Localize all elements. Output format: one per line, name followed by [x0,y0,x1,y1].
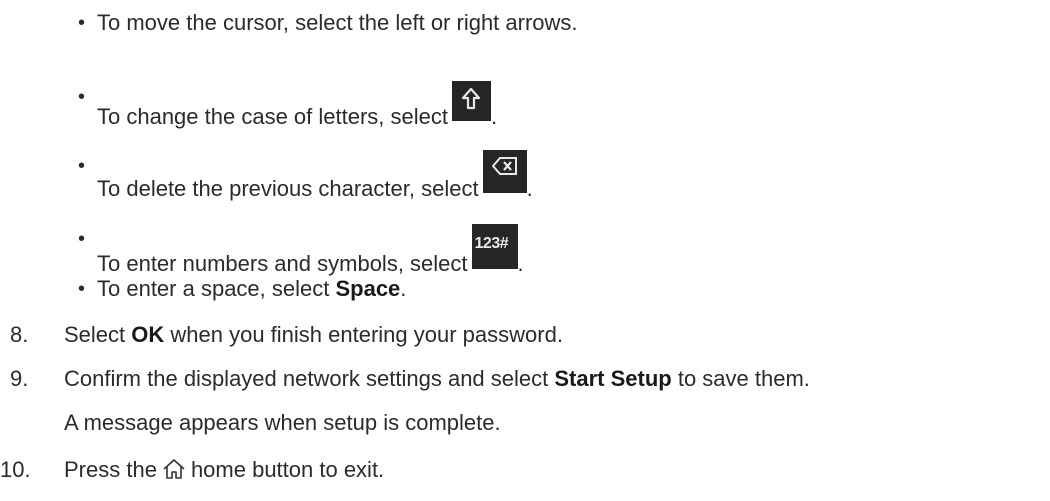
step-text-after: home button to exit. [190,457,385,482]
bullet-marker: • [78,12,86,34]
bullet-text-before: To change the case of letters, select [97,104,448,129]
bullet-text-after: . [526,176,533,201]
number-symbol-key-label: 123# [474,235,509,252]
step-text-after: to save them. [671,366,810,391]
bullet-marker: • [78,278,86,300]
bullet-marker: • [78,86,86,108]
step-text: Select OK when you finish entering your … [64,322,563,348]
step-text: Press the home button to exit. [64,457,384,486]
bullet-text: To move the cursor, select the left or r… [97,10,578,35]
bold-term: OK [131,322,165,347]
bold-term: Start Setup [554,366,672,391]
backspace-key-icon [482,150,527,193]
bullet-marker: • [78,228,86,250]
step-text-before: Confirm the displayed network settings a… [64,366,555,391]
step-number: 9. [10,366,29,391]
number-symbol-key-icon: 123# [471,224,518,269]
bullet-text-after: . [400,276,407,301]
bullet-text-after: . [490,104,498,129]
shift-key-icon [451,81,491,121]
bullet-text-before: To delete the previous character, select [97,176,479,201]
bullet-text-after: . [517,251,524,276]
bullet-text-before: To enter a space, select [97,276,336,301]
step-number: 8. [10,322,29,347]
bullet-text-before: To enter numbers and symbols, select [97,251,468,276]
bullet-text: To delete the previous character, select… [97,150,533,202]
step-subtext: A message appears when setup is complete… [64,410,501,435]
step-text-before: Press the [64,457,157,482]
step-text: Confirm the displayed network settings a… [64,366,810,392]
step-number: 10. [0,457,31,482]
home-icon [162,458,186,486]
bullet-text: To enter a space, select Space. [97,276,406,302]
step-text-before: Select [64,322,132,347]
bullet-marker: • [78,155,86,177]
step-text-after: when you finish entering your password. [164,322,563,347]
bullet-text: To enter numbers and symbols, select 123#… [97,224,524,277]
bullet-text: To change the case of letters, select. [97,81,498,130]
bold-term: Space [335,276,401,301]
